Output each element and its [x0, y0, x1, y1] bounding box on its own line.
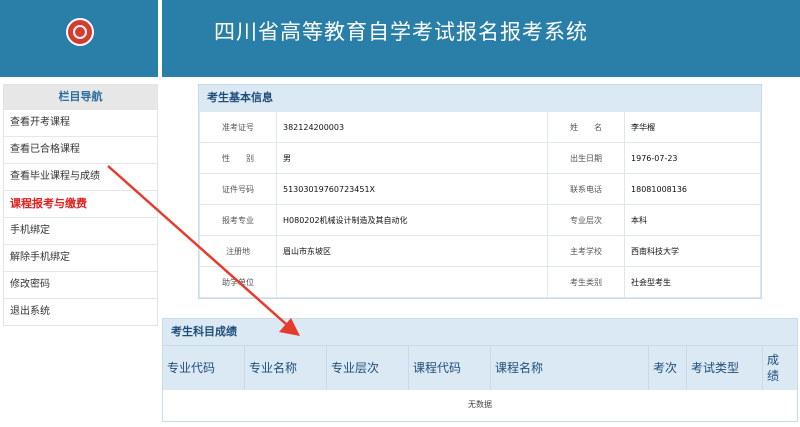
- annotation-arrow: [107, 165, 300, 336]
